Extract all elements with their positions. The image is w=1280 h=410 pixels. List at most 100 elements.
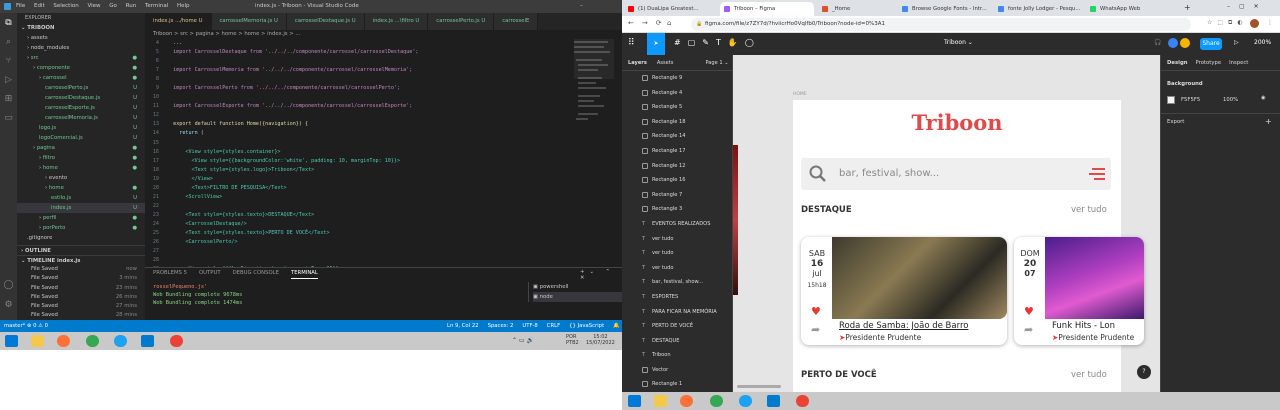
search-icon[interactable]: ⌕	[0, 32, 17, 51]
figma-menu-icon[interactable]: ⠿	[628, 38, 635, 48]
layer-item[interactable]: Tver tudo	[622, 232, 732, 247]
chrome-active-icon[interactable]	[170, 335, 183, 347]
menu-terminal[interactable]: Terminal	[145, 3, 168, 9]
layer-item[interactable]: Tbar, festival, show...	[622, 275, 732, 290]
line-ending[interactable]: CRLF	[547, 320, 560, 332]
file-tree-item[interactable]: › componente ●	[17, 63, 145, 73]
chrome-menu-icon[interactable]: ⋮	[1267, 19, 1273, 26]
timeline-item[interactable]: File Saved 26 mins	[17, 293, 145, 302]
file-tree-item[interactable]: › home ●	[17, 183, 145, 193]
file-explorer-icon[interactable]	[31, 335, 44, 347]
editor-tab[interactable]: carrosselMemoria.js U	[211, 13, 287, 30]
file-tree-item[interactable]: › src ●	[17, 53, 145, 63]
layer-item[interactable]: Rectangle 1	[622, 377, 732, 392]
url-input[interactable]: figma.com/file/z7ZY7d/?hviicrHo0Vqlfb0/T…	[691, 18, 1191, 31]
nav-buttons[interactable]: ←→⟳	[628, 19, 670, 27]
browser-tab[interactable]: WhatsApp Web	[1086, 2, 1176, 16]
browser-tab[interactable]: (1) DuaLipa Greatest...	[624, 2, 718, 16]
move-tool-icon[interactable]: ➤	[647, 33, 665, 55]
edge-icon[interactable]	[739, 395, 752, 407]
timeline-item[interactable]: File Saved 3 mins	[17, 274, 145, 283]
windows-start-icon[interactable]	[628, 395, 641, 407]
source-control-icon[interactable]: ⑂	[0, 51, 17, 70]
browser-tab[interactable]: fonte Jolly Lodger - Pesqu...	[994, 2, 1084, 16]
tab-inspect[interactable]: Inspect	[1229, 55, 1248, 70]
firefox-icon[interactable]	[57, 335, 70, 347]
zoom-level[interactable]: 200%	[1254, 39, 1271, 46]
gear-icon[interactable]: ⚙	[0, 295, 17, 314]
heart-icon[interactable]: ♥	[811, 305, 821, 318]
editor-tab[interactable]: index.js .../home U	[145, 13, 212, 30]
headphones-icon[interactable]: 🎧	[1154, 39, 1161, 46]
extension-icons[interactable]: ☆⬚⧉◐	[1207, 19, 1248, 27]
layer-item[interactable]: T Triboon	[622, 348, 732, 363]
terminal-powershell[interactable]: ▣ powershell	[533, 282, 622, 292]
background-opacity[interactable]: 100%	[1223, 97, 1238, 103]
editor-tab[interactable]: carrosselDestaque.js U	[286, 13, 365, 30]
file-tree-item[interactable]: estilo.js U	[17, 193, 145, 203]
tray-icons[interactable]: ⌃ ▭ 🔊	[512, 337, 534, 344]
layer-item[interactable]: Rectangle 16	[622, 173, 732, 188]
color-swatch[interactable]	[1167, 96, 1175, 104]
code-area[interactable]: 4 ... 5 import CarrosselDestaque from '.…	[145, 39, 622, 274]
event-card[interactable]: SAB 16 jul 15h18 ♥ ➦ Roda de Samba: João…	[801, 237, 1007, 345]
clock[interactable]: 15:02 15/07/2022	[586, 334, 615, 346]
file-tree-item[interactable]: carrosselPerto.js U	[17, 83, 145, 93]
encoding[interactable]: UTF-8	[522, 320, 537, 332]
home-icon[interactable]: ⌂	[667, 19, 671, 27]
file-tree-item[interactable]: › home ●	[17, 163, 145, 173]
keyboard-language[interactable]: POR PTB2	[566, 334, 584, 346]
tab-terminal[interactable]: TERMINAL	[290, 268, 318, 279]
avatar[interactable]	[1168, 38, 1178, 48]
help-button[interactable]: ?	[1137, 365, 1151, 379]
windows-start-icon[interactable]	[5, 335, 18, 347]
frame-label[interactable]: HOME	[793, 92, 807, 97]
chrome-icon[interactable]	[86, 335, 99, 347]
menu-selection[interactable]: Selection	[53, 3, 78, 9]
file-explorer-icon[interactable]	[654, 395, 667, 407]
layer-item[interactable]: Rectangle 12	[622, 159, 732, 174]
tab-debug-console[interactable]: DEBUG CONSOLE	[233, 268, 279, 279]
layer-item[interactable]: Rectangle 14	[622, 129, 732, 144]
layer-item[interactable]: T DESTAQUE	[622, 334, 732, 349]
run-debug-icon[interactable]: ▷	[0, 70, 17, 89]
file-tree-item[interactable]: › evento	[17, 173, 145, 183]
file-name[interactable]: Triboon ⌄	[944, 39, 973, 46]
extensions-icon[interactable]: ⊞	[0, 89, 17, 108]
browser-tab[interactable]: Triboon – Figma	[720, 2, 814, 16]
editor-tab[interactable]: carrosselPerto.js U	[428, 13, 495, 30]
file-tree-item[interactable]: › carrossel ●	[17, 73, 145, 83]
layer-item[interactable]: T PERTO DE VOCÊ	[622, 319, 732, 334]
chrome-icon[interactable]	[710, 395, 723, 407]
layer-item[interactable]: Rectangle 5	[622, 100, 732, 115]
visibility-icon[interactable]: ◉	[1261, 95, 1266, 101]
edge-icon[interactable]	[114, 335, 127, 347]
page-select[interactable]: Page 1 ⌄	[705, 55, 728, 70]
git-branch-status[interactable]: master* ⊗ 0 ⚠ 0	[4, 320, 48, 332]
layer-item[interactable]: T PARA FICAR NA MEMÓRIA	[622, 305, 732, 320]
chrome-window-controls[interactable]: –▢✕	[1227, 3, 1268, 10]
file-tree-item[interactable]: › perfil ●	[17, 213, 145, 223]
layer-item[interactable]: Rectangle 7	[622, 188, 732, 203]
ver-tudo-link[interactable]: ver tudo	[1071, 370, 1107, 380]
filter-icon[interactable]	[1089, 167, 1105, 181]
firefox-icon[interactable]	[680, 395, 693, 407]
project-title[interactable]: ⌄ TRIBOON	[17, 24, 145, 33]
figma-canvas[interactable]: HOME Triboon bar, festival, show... DEST…	[733, 55, 1160, 392]
layer-item[interactable]: Rectangle 17	[622, 144, 732, 159]
tab-design[interactable]: Design	[1167, 55, 1188, 70]
vscode-taskbar-icon[interactable]	[767, 395, 780, 407]
timeline-item[interactable]: File Saved 27 mins	[17, 302, 145, 311]
file-tree-item[interactable]: › porPerto ●	[17, 223, 145, 233]
new-tab-button[interactable]: +	[1184, 3, 1191, 12]
layer-item[interactable]: Tver tudo	[622, 246, 732, 261]
menu-edit[interactable]: Edit	[34, 3, 45, 9]
layer-item[interactable]: Rectangle 9	[622, 71, 732, 86]
profile-avatar[interactable]	[1250, 19, 1259, 28]
app-frame-home[interactable]: Triboon bar, festival, show... DESTAQUE …	[793, 100, 1144, 392]
event-card[interactable]: DOM 20 07 ♥ ➦ Funk Hits - Lon ➤President…	[1014, 237, 1144, 345]
panel-actions[interactable]: +⌄ ⌃ ✕	[580, 269, 622, 281]
indentation[interactable]: Spaces: 2	[488, 320, 514, 332]
layer-item[interactable]: Rectangle 18	[622, 115, 732, 130]
file-tree-item[interactable]: carrosselMemoria.js U	[17, 113, 145, 123]
